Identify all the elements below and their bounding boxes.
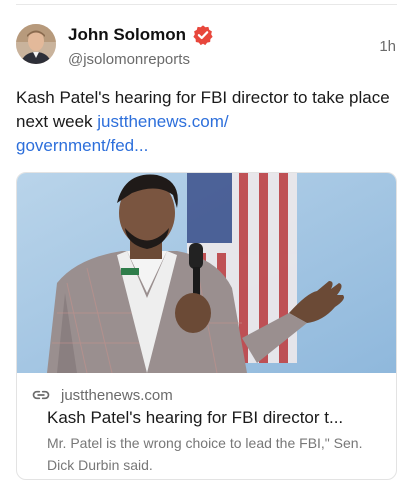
author-name-row: John Solomon	[68, 24, 214, 46]
author-name[interactable]: John Solomon	[68, 25, 186, 45]
post-timestamp: 1h	[379, 38, 396, 55]
card-image	[17, 173, 396, 373]
verified-badge-icon	[192, 24, 214, 46]
divider	[16, 4, 397, 5]
post-text: Kash Patel's hearing for FBI director to…	[16, 86, 401, 158]
link-preview-card[interactable]: justthenews.com Kash Patel's hearing for…	[16, 172, 397, 480]
avatar[interactable]	[16, 24, 56, 64]
card-photo	[17, 173, 396, 373]
card-body: justthenews.com Kash Patel's hearing for…	[17, 373, 396, 476]
card-description: Mr. Patel is the wrong choice to lead th…	[47, 435, 363, 473]
author-handle[interactable]: @jsolomonreports	[68, 51, 214, 68]
avatar-image	[16, 24, 56, 64]
link-icon	[31, 385, 51, 405]
social-post: John Solomon @jsolomonreports 1h Kash Pa…	[0, 0, 413, 500]
card-domain: justthenews.com	[61, 386, 173, 404]
card-domain-row: justthenews.com	[31, 385, 384, 405]
author-block: John Solomon @jsolomonreports	[68, 24, 214, 68]
card-title[interactable]: Kash Patel's hearing for FBI director t.…	[17, 408, 396, 428]
